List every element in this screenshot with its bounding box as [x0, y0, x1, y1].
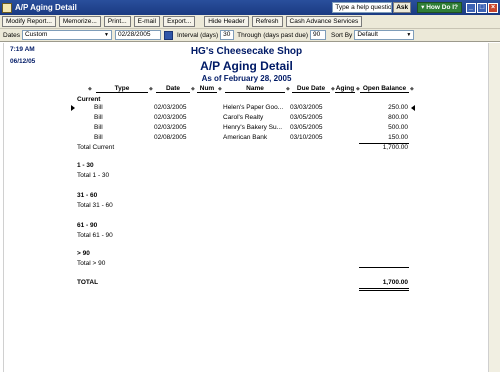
- memorize-button[interactable]: Memorize...: [58, 16, 101, 27]
- print-button[interactable]: Print...: [103, 16, 131, 27]
- ask-button[interactable]: Ask: [393, 2, 412, 13]
- cell-due-date: 03/03/2005: [290, 104, 323, 111]
- column-handle-icon[interactable]: ◆: [191, 86, 195, 92]
- column-header-open-balance[interactable]: Open Balance: [360, 85, 409, 93]
- total-31-60-label: Total 31 - 60: [77, 202, 113, 209]
- chevron-down-icon: ▼: [104, 32, 109, 38]
- column-header-type[interactable]: Type: [96, 85, 148, 93]
- column-header-due-date[interactable]: Due Date: [292, 85, 330, 93]
- window-title: A/P Aging Detail: [15, 3, 77, 12]
- email-button[interactable]: E-mail: [133, 16, 161, 27]
- column-handle-icon[interactable]: ◆: [88, 86, 92, 92]
- section-61-90: 61 - 90: [77, 222, 98, 229]
- sort-by-label: Sort By: [331, 31, 353, 39]
- column-header-num[interactable]: Num: [197, 85, 217, 93]
- cell-name: Helen's Paper Goo...: [223, 104, 284, 111]
- cell-name: American Bank: [223, 134, 268, 141]
- cell-type: Bill: [94, 124, 103, 131]
- column-header-name[interactable]: Name: [225, 85, 285, 93]
- cell-due-date: 03/05/2005: [290, 124, 323, 131]
- total-61-90-label: Total 61 - 90: [77, 232, 113, 239]
- title-bar: A/P Aging Detail Type a help question As…: [0, 0, 500, 15]
- through-label: Through (days past due): [237, 31, 308, 39]
- row-pointer-icon: [71, 105, 75, 111]
- company-name: HG's Cheesecake Shop: [190, 46, 303, 57]
- dates-value: Custom: [24, 31, 48, 38]
- total-double-rule-top: [359, 288, 409, 289]
- report-subtitle: As of February 28, 2005: [201, 74, 292, 83]
- cell-due-date: 03/10/2005: [290, 134, 323, 141]
- cell-date: 02/03/2005: [154, 104, 187, 111]
- total-current-value: 1,700.00: [382, 144, 408, 151]
- section-1-30: 1 - 30: [77, 162, 94, 169]
- cash-advance-button[interactable]: Cash Advance Services: [285, 16, 363, 27]
- cell-open-balance: 250.00: [388, 104, 408, 111]
- column-handle-icon[interactable]: ◆: [218, 86, 222, 92]
- modify-report-button[interactable]: Modify Report...: [2, 16, 56, 27]
- window-controls: _ □ ×: [465, 2, 498, 13]
- refresh-button[interactable]: Refresh: [251, 16, 283, 27]
- cell-type: Bill: [94, 114, 103, 121]
- column-handle-icon[interactable]: ◆: [286, 86, 290, 92]
- cell-type: Bill: [94, 134, 103, 141]
- how-do-i-label: How Do I?: [426, 4, 458, 11]
- maximize-icon[interactable]: □: [477, 2, 487, 13]
- total-1-30-label: Total 1 - 30: [77, 172, 110, 179]
- cell-type: Bill: [94, 104, 103, 111]
- cell-open-balance: 500.00: [388, 124, 408, 131]
- as-of-date-input[interactable]: 02/28/2005: [114, 30, 161, 40]
- dates-select[interactable]: Custom ▼: [21, 30, 112, 40]
- total-double-rule-bottom: [359, 290, 409, 291]
- cell-date: 02/03/2005: [154, 124, 187, 131]
- column-header-date[interactable]: Date: [156, 85, 190, 93]
- column-handle-icon[interactable]: ◆: [410, 86, 414, 92]
- column-header-aging[interactable]: Aging: [335, 85, 355, 93]
- minimize-icon[interactable]: _: [466, 2, 476, 13]
- cell-date: 02/03/2005: [154, 114, 187, 121]
- report-toolbar: Modify Report... Memorize... Print... E-…: [0, 15, 500, 29]
- help-question-input[interactable]: Type a help question: [332, 2, 393, 13]
- subtotal-rule: [359, 267, 409, 268]
- how-do-i-button[interactable]: ▾ How Do I?: [417, 2, 462, 13]
- export-button[interactable]: Export...: [163, 16, 196, 27]
- report-title: A/P Aging Detail: [200, 59, 293, 73]
- report-window-icon: [2, 2, 12, 13]
- sort-by-value: Default: [357, 31, 378, 38]
- cell-name: Henry's Bakery Su...: [223, 124, 283, 131]
- hide-header-button[interactable]: Hide Header: [204, 16, 249, 27]
- cell-open-balance: 150.00: [388, 134, 408, 141]
- cell-open-balance: 800.00: [388, 114, 408, 121]
- total-over-90-label: Total > 90: [77, 260, 106, 267]
- sort-by-select[interactable]: Default ▼: [354, 30, 415, 40]
- grand-total-value: 1,700.00: [382, 279, 408, 286]
- cell-due-date: 03/05/2005: [290, 114, 323, 121]
- chevron-down-icon: ▼: [406, 32, 412, 38]
- row-pointer-icon: [411, 105, 415, 111]
- section-current: Current: [77, 96, 101, 103]
- cell-name: Carol's Realty: [223, 114, 264, 121]
- through-input[interactable]: 90: [310, 30, 326, 40]
- grand-total-label: TOTAL: [77, 279, 99, 286]
- total-current-label: Total Current: [77, 144, 115, 151]
- section-over-90: > 90: [77, 250, 90, 257]
- dates-label: Dates: [3, 31, 20, 39]
- section-31-60: 31 - 60: [77, 192, 98, 199]
- filter-bar: Dates Custom ▼ 02/28/2005 Interval (days…: [0, 29, 500, 42]
- cell-date: 02/08/2005: [154, 134, 187, 141]
- close-icon[interactable]: ×: [488, 2, 498, 13]
- interval-input[interactable]: 30: [220, 30, 235, 40]
- interval-label: Interval (days): [176, 31, 219, 39]
- vertical-scrollbar[interactable]: [488, 43, 500, 372]
- column-handle-icon[interactable]: ◆: [149, 86, 153, 92]
- calendar-icon[interactable]: [163, 30, 173, 40]
- report-body: 7:19 AM 06/12/05 HG's Cheesecake Shop A/…: [3, 43, 488, 372]
